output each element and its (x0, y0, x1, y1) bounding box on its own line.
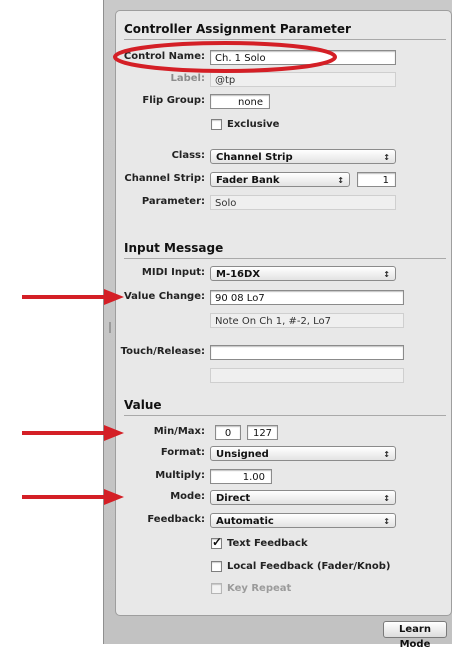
highlight-ellipse (113, 41, 337, 73)
arrow-head-icon (104, 289, 124, 305)
annotation-arrow (22, 495, 106, 499)
arrow-head-icon (104, 425, 124, 441)
annotation-arrow (22, 431, 106, 435)
annotation-arrow (22, 295, 106, 299)
arrow-head-icon (104, 489, 124, 505)
annotation-overlay (113, 41, 337, 73)
